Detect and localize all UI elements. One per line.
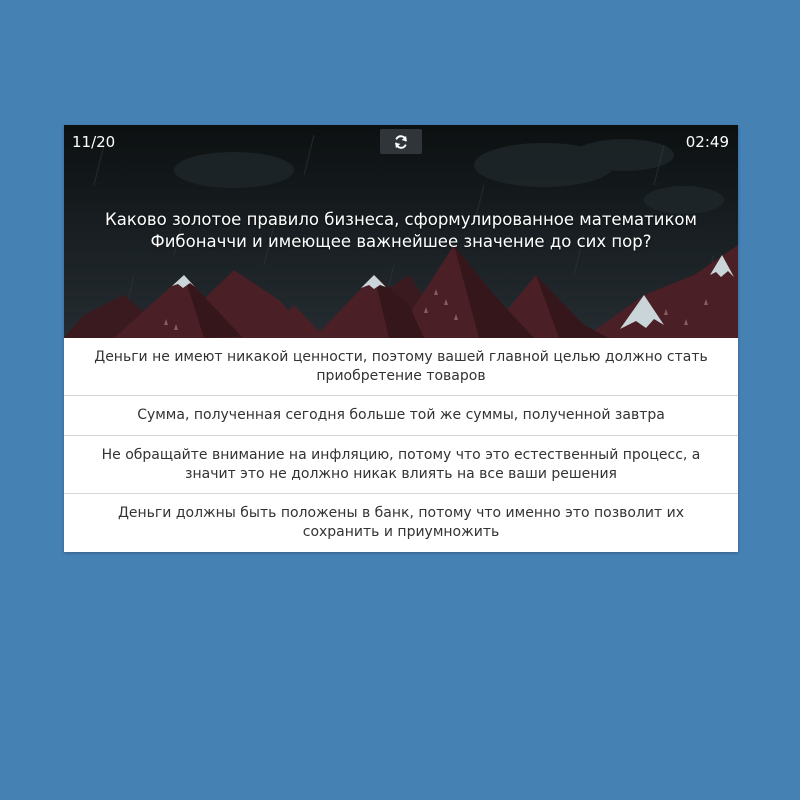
question-progress: 11/20 (72, 133, 116, 151)
refresh-button[interactable] (380, 129, 422, 154)
answer-list: Деньги не имеют никакой ценности, поэтом… (64, 338, 738, 552)
answer-option-3[interactable]: Не обращайте внимание на инфляцию, потом… (64, 436, 738, 494)
answer-option-1[interactable]: Деньги не имеют никакой ценности, поэтом… (64, 338, 738, 396)
answer-label: Деньги должны быть положены в банк, пото… (117, 505, 685, 540)
quiz-card: 11/20 02:49 Каково золотое правило бизне… (64, 125, 738, 552)
refresh-icon (395, 134, 407, 149)
question-text: Каково золотое правило бизнеса, сформули… (105, 210, 697, 251)
answer-label: Сумма, полученная сегодня больше той же … (137, 407, 665, 423)
question-header: 11/20 02:49 Каково золотое правило бизне… (64, 125, 738, 338)
answer-label: Не обращайте внимание на инфляцию, потом… (101, 446, 701, 482)
countdown-timer: 02:49 (685, 133, 729, 151)
answer-option-4[interactable]: Деньги должны быть положены в банк, пото… (64, 494, 738, 552)
answer-label: Деньги не имеют никакой ценности, поэтом… (94, 348, 708, 384)
answer-option-2[interactable]: Сумма, полученная сегодня больше той же … (64, 396, 738, 436)
